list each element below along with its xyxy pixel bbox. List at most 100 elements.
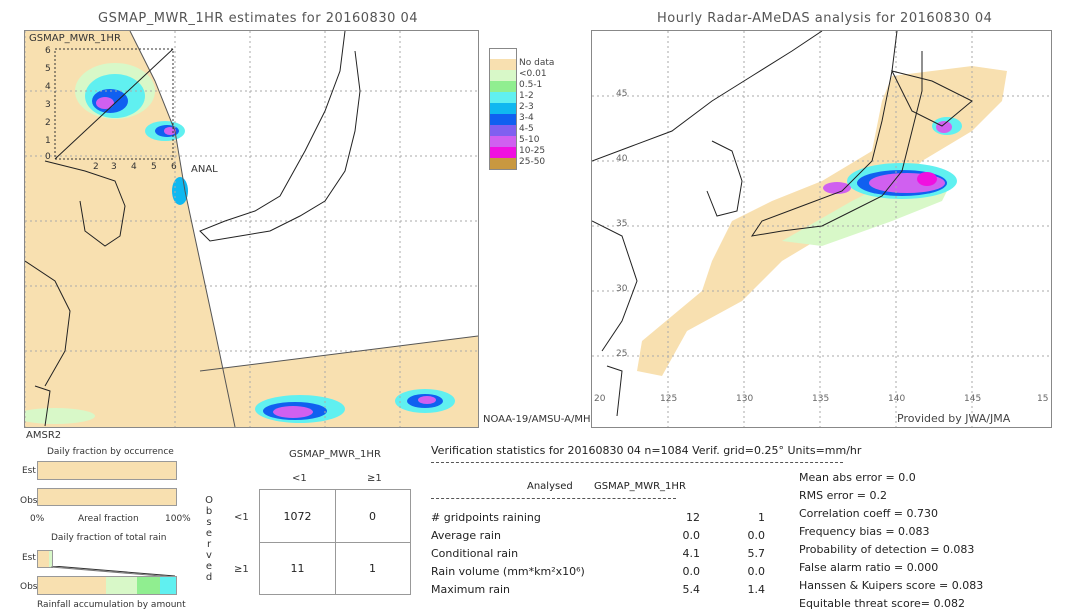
left-map: GSMAP_MWR_1HR 6 5 4 3 2 1 0 2 3 4 5 6 AN… [24, 30, 479, 428]
inset-x-tick: 4 [131, 162, 137, 172]
legend-swatch [489, 81, 517, 92]
stat-analysed: 12 [686, 511, 700, 524]
inset-y-tick: 3 [45, 100, 51, 110]
right-map-title: Hourly Radar-AMeDAS analysis for 2016083… [657, 11, 993, 26]
inset-x-tick: 3 [111, 162, 117, 172]
occurrence-obs-bar [37, 488, 177, 506]
lon-tick: 15 [1037, 394, 1049, 404]
score-mae: Mean abs error = 0.0 [799, 471, 916, 484]
row-label: <1 [234, 512, 249, 523]
obs-seg-lt001 [106, 577, 137, 594]
lon-tick: 130 [736, 394, 754, 404]
coastline-korea [706, 140, 743, 217]
stat-label: Maximum rain [431, 583, 510, 596]
stat-analysed: 4.1 [682, 547, 701, 560]
legend-label: 25-50 [519, 157, 546, 167]
score-ets: Equitable threat score= 0.082 [799, 597, 965, 610]
col-analysed: Analysed [527, 481, 573, 492]
side-letter: r [206, 539, 212, 550]
legend-swatch [489, 70, 517, 81]
col-label: ≥1 [367, 473, 382, 484]
score-far: False alarm ratio = 0.000 [799, 561, 939, 574]
legend-label: 1-2 [519, 91, 534, 101]
coastline-japan [199, 31, 361, 242]
legend-swatch [489, 125, 517, 136]
col-estimate: GSMAP_MWR_1HR [594, 481, 686, 492]
lon-tick: 145 [964, 394, 982, 404]
legend-swatch [489, 147, 517, 158]
sensor-label-bottom: AMSR2 [26, 430, 62, 441]
legend-swatch [489, 158, 517, 170]
obs-label: Obs [20, 496, 38, 506]
obs-seg-1-2 [160, 577, 176, 594]
divider [431, 462, 843, 463]
legend-label: 5-10 [519, 135, 540, 145]
stat-label: Rain volume (mm*km²x10⁶) [431, 565, 585, 578]
legend-swatch [489, 103, 517, 114]
stat-analysed: 0.0 [682, 565, 701, 578]
coastline-china [592, 220, 638, 352]
right-map-canvas [592, 31, 1051, 427]
lat-tick: 25 [616, 349, 628, 359]
legend-swatch [489, 92, 517, 103]
row-label: ≥1 [234, 564, 249, 575]
stat-estimate: 1.4 [747, 583, 766, 596]
legend-swatch [489, 59, 517, 70]
stat-analysed: 0.0 [682, 529, 701, 542]
coastline-taiwan [606, 365, 623, 417]
inset-x-tick: 6 [171, 162, 177, 172]
side-letter: b [205, 506, 213, 517]
observed-side-label: O b s e r v e d [203, 495, 215, 583]
cell-fn: 11 [290, 562, 305, 575]
stat-label: Average rain [431, 529, 501, 542]
score-freq-bias: Frequency bias = 0.083 [799, 525, 930, 538]
stat-analysed: 5.4 [682, 583, 701, 596]
inset-x-tick: 5 [151, 162, 157, 172]
obs-seg-nodata [38, 577, 106, 594]
est-label-2: Est [22, 553, 36, 563]
axis-mid-label: Areal fraction [78, 514, 139, 524]
data-credit: Provided by JWA/JMA [897, 412, 1011, 425]
cell-fp: 0 [369, 510, 376, 523]
legend-label: 0.5-1 [519, 80, 543, 90]
lat-tick: 40 [616, 154, 628, 164]
right-map: 45 40 35 30 25 20 125 130 135 140 145 15… [591, 30, 1052, 428]
contingency-grid: 1072 0 11 1 [259, 489, 411, 595]
occurrence-est-bar [37, 461, 177, 480]
stat-estimate: 0.0 [747, 529, 766, 542]
lat-tick: 35 [616, 219, 628, 229]
left-map-canvas [25, 31, 478, 427]
stat-estimate: 5.7 [747, 547, 766, 560]
lat-tick: 45 [616, 89, 628, 99]
axis-left-label: 0% [30, 514, 45, 524]
inset-y-tick: 2 [45, 118, 51, 128]
lat-tick: 20 [594, 394, 606, 404]
side-letter: d [205, 572, 213, 583]
lon-tick: 125 [660, 394, 678, 404]
divider [431, 498, 676, 499]
side-letter: O [205, 495, 213, 506]
stat-estimate: 0.0 [747, 565, 766, 578]
stat-label: # gridpoints raining [431, 511, 541, 524]
legend-label: 2-3 [519, 102, 534, 112]
accumulation-title: Rainfall accumulation by amount [37, 600, 186, 610]
inset-y-tick: 4 [45, 82, 51, 92]
inset-y-tick: 6 [45, 46, 51, 56]
col-label: <1 [292, 473, 307, 484]
side-letter: e [205, 528, 213, 539]
stat-estimate: 1 [758, 511, 765, 524]
legend-label: No data [519, 58, 555, 68]
legend-label: <0.01 [519, 69, 547, 79]
legend-swatch [489, 114, 517, 125]
obs-seg-05-1 [137, 577, 160, 594]
occurrence-title: Daily fraction by occurrence [47, 447, 174, 457]
inset-label: GSMAP_MWR_1HR [29, 33, 121, 44]
cell-tp: 1 [369, 562, 376, 575]
side-letter: s [206, 517, 212, 528]
total-rain-obs-bar [37, 576, 177, 595]
inset-y-tick: 1 [45, 136, 51, 146]
score-corr: Correlation coeff = 0.730 [799, 507, 938, 520]
contingency-header: GSMAP_MWR_1HR [289, 449, 381, 460]
side-letter: v [206, 550, 212, 561]
axis-right-label: 100% [165, 514, 191, 524]
